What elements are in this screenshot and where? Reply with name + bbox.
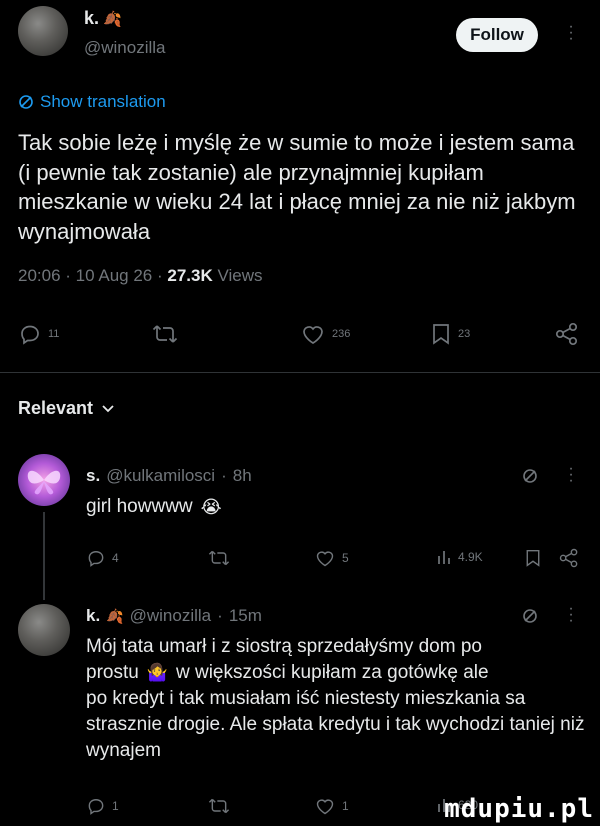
relevant-label: Relevant	[18, 398, 94, 418]
more-options-icon[interactable]: · · ·	[566, 601, 576, 629]
reply-text-line: prostu	[86, 662, 139, 683]
heart-icon	[316, 551, 334, 567]
reply-avatar[interactable]	[18, 604, 70, 656]
reply-reply-count: 4	[112, 551, 119, 565]
follow-button[interactable]: Follow	[456, 18, 538, 52]
reply-share-button[interactable]	[558, 548, 580, 568]
like-count: 236	[332, 328, 351, 340]
reply-display-name[interactable]: s.	[86, 466, 100, 486]
reply-reply-count: 1	[112, 799, 119, 813]
reply-reply-button[interactable]: 1	[86, 796, 119, 816]
reply-handle[interactable]: @kulkamilosci	[106, 466, 215, 486]
reply-like-count: 1	[342, 799, 349, 813]
reply-header: k. 🍂 @winozilla · 15m	[86, 606, 262, 626]
heart-icon	[316, 799, 334, 815]
reply-time[interactable]: 8h	[233, 466, 252, 486]
chevron-down-icon	[101, 404, 115, 414]
views-label: Views	[217, 266, 263, 285]
reply-like-button[interactable]: 1	[314, 796, 349, 816]
translate-icon[interactable]	[522, 608, 538, 624]
views-chart-icon	[438, 551, 450, 564]
author-avatar[interactable]	[18, 6, 68, 56]
reply-text: girl howwww	[86, 496, 193, 517]
tweet-meta: 20:06 · 10 Aug 26 · 27.3K Views	[18, 266, 263, 285]
translate-icon	[18, 94, 34, 110]
reply-text-line: Mój tata umarł i z siostrą sprzedałyśmy …	[86, 636, 482, 657]
leaf-emoji-icon: 🍂	[103, 10, 122, 28]
tweet-date[interactable]: 10 Aug 26	[76, 266, 153, 285]
leaf-emoji-icon: 🍂	[106, 607, 124, 624]
reply-display-name[interactable]: k.	[86, 606, 100, 626]
reply-views-button[interactable]: 4.9K	[436, 548, 483, 566]
retweet-icon	[208, 798, 230, 814]
reply-like-count: 5	[342, 551, 349, 565]
more-options-icon[interactable]: · · ·	[566, 19, 576, 47]
reply-time[interactable]: 15m	[229, 606, 262, 626]
shrug-emoji-icon: 🤷‍♀️	[146, 663, 168, 682]
author-name-row[interactable]: k. 🍂	[84, 8, 122, 29]
translate-icon[interactable]	[522, 468, 538, 484]
reply-avatar[interactable]	[18, 454, 70, 506]
reply-icon	[18, 322, 42, 346]
share-button[interactable]	[554, 322, 580, 346]
heart-icon	[300, 322, 326, 346]
bookmark-icon	[430, 322, 452, 346]
like-button[interactable]: 236	[300, 322, 350, 346]
reply-icon	[88, 551, 104, 567]
reply-reply-button[interactable]: 4	[86, 548, 119, 568]
bookmark-icon	[526, 549, 540, 567]
retweet-button[interactable]	[152, 322, 178, 346]
bookmark-button[interactable]: 23	[430, 322, 470, 346]
reply-views-count: 4.9K	[458, 550, 483, 564]
share-icon	[559, 548, 578, 568]
author-handle[interactable]: @winozilla	[84, 38, 166, 58]
reply-like-button[interactable]: 5	[314, 548, 349, 568]
reply-icon	[88, 799, 104, 815]
reply-text-rest: po kredyt i tak musiałam iść niestesty m…	[86, 688, 585, 761]
show-translation-link[interactable]: Show translation	[18, 92, 166, 112]
thread-line	[43, 512, 45, 600]
reply-retweet-button[interactable]	[208, 548, 230, 568]
more-options-icon[interactable]: · · ·	[566, 461, 576, 489]
share-icon	[554, 322, 580, 346]
views-count: 27.3K	[167, 266, 213, 285]
retweet-icon	[152, 322, 178, 346]
site-watermark: mdupiu.pl	[444, 794, 594, 824]
reply-body: Mój tata umarł i z siostrą sprzedałyśmy …	[86, 634, 591, 764]
crying-emoji-icon: 😭	[200, 497, 222, 517]
retweet-icon	[208, 550, 230, 566]
reply-body: girl howwww 😭	[86, 494, 222, 520]
author-display-name: k.	[84, 8, 100, 28]
butterfly-icon	[27, 470, 61, 495]
show-translation-label: Show translation	[40, 92, 166, 111]
relevant-sort-toggle[interactable]: Relevant	[18, 398, 115, 419]
reply-handle[interactable]: @winozilla	[130, 606, 212, 626]
reply-text-line: w większości kupiłam za gotówkę ale	[175, 662, 489, 683]
tweet-time[interactable]: 20:06	[18, 266, 61, 285]
reply-bookmark-button[interactable]	[524, 548, 542, 568]
divider	[0, 372, 600, 373]
reply-count: 11	[48, 328, 60, 340]
tweet-text: Tak sobie leżę i myślę że w sumie to moż…	[18, 130, 576, 244]
reply-header: s. @kulkamilosci · 8h	[86, 466, 252, 486]
bookmark-count: 23	[458, 328, 471, 340]
reply-button[interactable]: 11	[18, 322, 59, 346]
reply-retweet-button[interactable]	[208, 796, 230, 816]
